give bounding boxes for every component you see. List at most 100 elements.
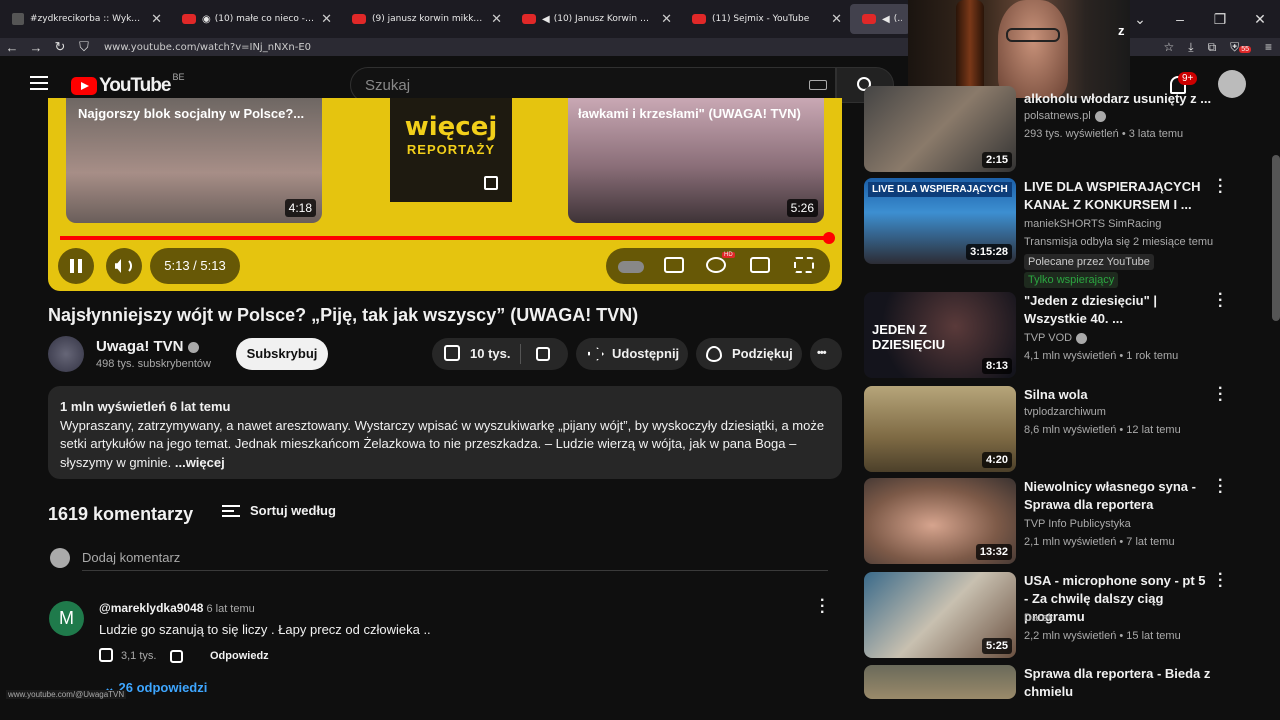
youtube-favicon-icon [182, 14, 196, 24]
subscribe-button[interactable]: Subskrybuj [236, 338, 328, 370]
verified-icon [1094, 110, 1106, 122]
endscreen-video-left[interactable]: Najgorszy blok socjalny w Polsce?... 4:1… [66, 98, 322, 223]
notification-badge: 9+ [1178, 72, 1198, 85]
rec-thumbnail[interactable]: 2:15 [864, 86, 1016, 172]
back-icon[interactable]: ← [0, 40, 24, 55]
endscreen-video-right[interactable]: ławkami i krzesłami" (UWAGA! TVN) 5:26 [568, 98, 824, 223]
bookmark-icon[interactable]: ☆ [1164, 40, 1175, 54]
theater-icon[interactable] [750, 257, 770, 273]
show-more-link[interactable]: ...więcej [171, 455, 225, 470]
close-tab-icon[interactable]: ✕ [321, 11, 332, 27]
right-controls: HD [606, 248, 830, 284]
reload-icon[interactable]: ↻ [48, 39, 72, 55]
video-player[interactable]: Najgorszy blok socjalny w Polsce?... 4:1… [48, 98, 842, 291]
browser-tab[interactable]: ◀(10) Janusz Korwin Mikke O✕ [510, 0, 680, 38]
volume-icon[interactable] [106, 248, 142, 284]
scrollbar[interactable] [1272, 155, 1280, 321]
youtube-favicon-icon [692, 14, 706, 24]
close-tab-icon[interactable]: ✕ [491, 11, 502, 27]
kebab-icon[interactable]: · · · [1218, 473, 1223, 501]
rec-thumbnail[interactable]: 5:25 [864, 572, 1016, 658]
like-icon[interactable] [444, 345, 460, 361]
shield-icon[interactable]: ⛉ [72, 39, 96, 55]
members-only-badge: Tylko wspierający [1024, 272, 1119, 288]
reply-button[interactable]: Odpowiedz [210, 650, 269, 662]
video-title: Najsłynniejszy wójt w Polsce? „Piję, tak… [48, 305, 639, 325]
progress-bar[interactable] [60, 232, 835, 244]
playing-icon: ◉ [202, 13, 211, 25]
hd-badge: HD [722, 252, 735, 258]
rec-thumbnail[interactable]: LIVE DLA WSPIERAJĄCYCH 3:15:28 [864, 178, 1016, 264]
browser-tab-active[interactable]: ◀(11) [850, 4, 910, 34]
close-tab-icon[interactable]: ✕ [151, 11, 162, 27]
share-button[interactable]: Udostępnij [576, 338, 688, 370]
close-window-icon[interactable]: ✕ [1240, 11, 1280, 28]
kebab-icon[interactable]: · · · [1218, 567, 1223, 595]
browser-tab[interactable]: #zydkrecikorba :: Wykop.pl ✕ [0, 0, 170, 38]
endscreen-more-reports[interactable]: więcej REPORTAŻY [390, 98, 512, 202]
extensions-icon[interactable]: ⧉ [1208, 40, 1217, 55]
minimize-icon[interactable]: – [1160, 11, 1200, 27]
add-comment-input[interactable]: Dodaj komentarz [82, 550, 180, 565]
play-pause-icon[interactable] [58, 248, 94, 284]
youtube-favicon-icon [522, 14, 536, 24]
settings-icon[interactable] [706, 257, 726, 273]
autoplay-toggle[interactable] [618, 261, 644, 273]
keyboard-icon[interactable] [809, 80, 827, 90]
channel-avatar[interactable] [48, 336, 84, 372]
kebab-icon[interactable]: · · · [1218, 173, 1223, 201]
user-avatar[interactable] [1218, 70, 1246, 98]
guide-menu-icon[interactable] [30, 76, 48, 90]
browser-tab[interactable]: (11) Sejmix - YouTube ✕ [680, 0, 850, 38]
description-line: Wypraszany, zatrzymywany, a nawet areszt… [60, 417, 825, 433]
comment-count: 1619 komentarzy [48, 504, 194, 524]
rec-thumbnail[interactable]: 13:32 [864, 478, 1016, 564]
rec-thumbnail[interactable]: JEDEN Z DZIESIĘCIU 8:13 [864, 292, 1016, 378]
time-display: 5:13 / 5:13 [150, 248, 240, 284]
url-field[interactable]: www.youtube.com/watch?v=INj_nNXn-E0 [104, 42, 311, 53]
downloads-icon[interactable]: ⤓ [1188, 40, 1193, 55]
toolbar-icons: ☆ ⤓ ⧉ ⛨ 55 ≡ [1164, 38, 1272, 56]
progress-scrubber[interactable] [823, 232, 835, 244]
comment-author[interactable]: @mareklydka9048 6 lat temu [99, 601, 255, 615]
window-controls: ⌄ – ❐ ✕ [1120, 0, 1280, 38]
thanks-button[interactable]: Podziękuj [696, 338, 802, 370]
forward-icon[interactable]: → [24, 40, 48, 55]
rec-thumbnail[interactable]: 4:20 [864, 386, 1016, 472]
glasses-image [1006, 28, 1060, 42]
close-tab-icon[interactable]: ✕ [661, 11, 672, 27]
kebab-icon[interactable]: · · · [1218, 381, 1223, 409]
divider [520, 344, 521, 364]
browser-tab[interactable]: (9) janusz korwin mikke aliment✕ [340, 0, 510, 38]
youtube-logo-icon [71, 77, 97, 95]
subtitles-icon[interactable] [664, 257, 684, 273]
sort-button[interactable]: Sortuj według [222, 503, 336, 518]
verified-icon [1076, 332, 1088, 344]
close-tab-icon[interactable]: ✕ [831, 11, 842, 27]
maximize-icon[interactable]: ❐ [1200, 11, 1240, 28]
kebab-icon[interactable]: · · · [820, 593, 825, 621]
youtube-logo[interactable]: YouTube BE [71, 72, 184, 97]
my-avatar [50, 548, 70, 568]
like-count[interactable]: 10 tys. [470, 338, 510, 370]
comment-like-icon[interactable] [99, 648, 113, 662]
dislike-icon[interactable] [536, 347, 550, 361]
comment-avatar[interactable]: M [49, 601, 84, 636]
channel-name[interactable]: Uwaga! TVN [96, 338, 199, 355]
header-partial-text: z [1118, 23, 1125, 38]
kebab-icon[interactable]: · · · [1218, 287, 1223, 315]
fullscreen-icon[interactable] [794, 257, 814, 273]
description-line: słyszymy w gminie. [60, 454, 172, 470]
wykop-icon [12, 13, 24, 25]
browser-tab[interactable]: ◉(10) małe co nieco - YouTube✕ [170, 0, 340, 38]
description-box[interactable]: 1 mln wyświetleń 6 lat temu Wypraszany, … [48, 386, 842, 479]
ublock-icon[interactable]: ⛨ 55 [1230, 40, 1251, 55]
speaker-icon[interactable]: ◀ [882, 14, 890, 25]
rec-thumbnail[interactable] [864, 665, 1016, 699]
webcam-overlay [908, 0, 1130, 98]
comment-dislike-icon[interactable] [170, 650, 183, 663]
muted-icon[interactable]: ◀ [542, 14, 550, 25]
more-actions-icon[interactable] [810, 337, 842, 370]
menu-icon[interactable]: ≡ [1265, 40, 1272, 54]
comment-text: Ludzie go szanują to się liczy . Łapy pr… [99, 622, 431, 637]
